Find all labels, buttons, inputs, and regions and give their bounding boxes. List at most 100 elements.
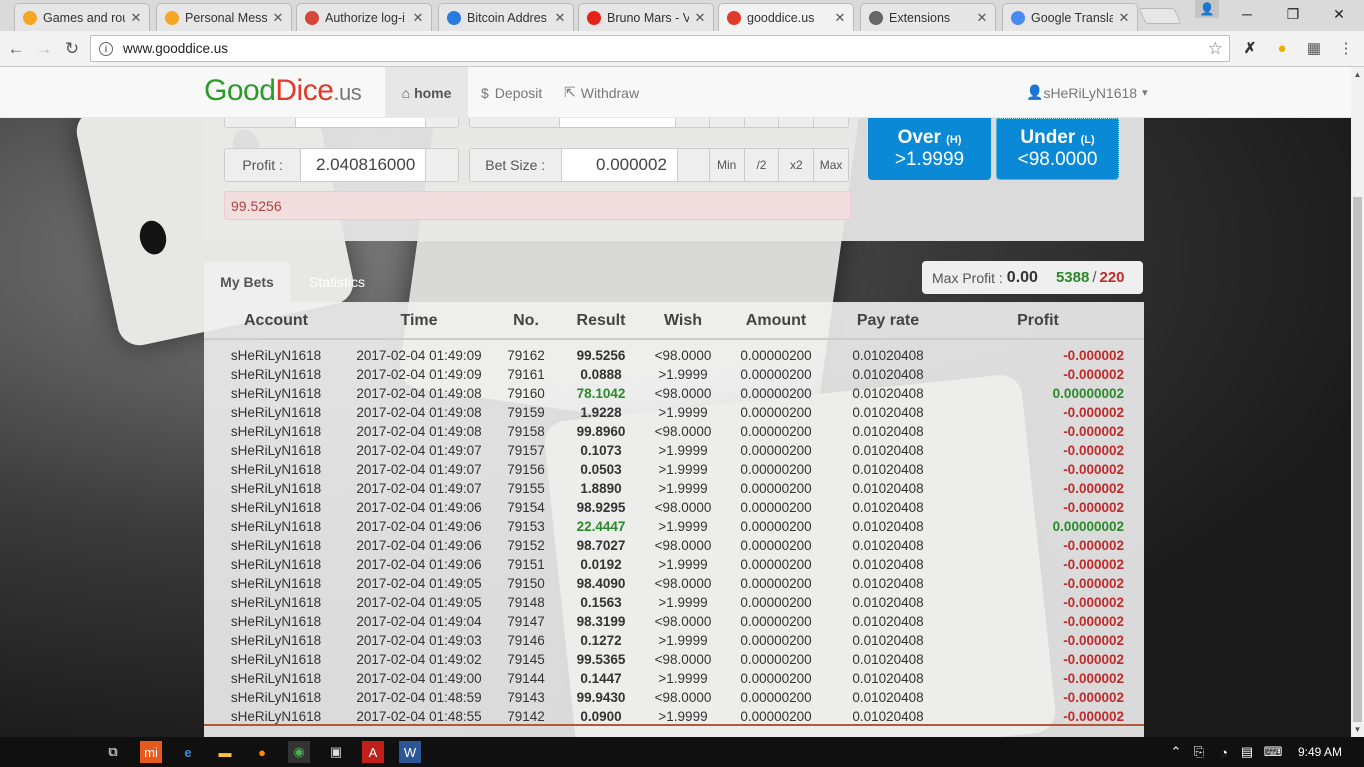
back-icon[interactable]: ← [4,37,28,61]
th-profit[interactable]: Profit [978,302,1098,340]
reload-icon[interactable]: ↻ [60,37,84,61]
table-row[interactable]: sHeRiLyN1618 2017-02-04 01:49:02 79145 99.5… [204,650,1144,669]
th-time[interactable]: Time [359,302,479,340]
table-row[interactable]: sHeRiLyN1618 2017-02-04 01:49:08 79159 1.92… [204,403,1144,422]
chrome-icon[interactable]: ◉ [288,741,310,763]
cell-time: 2017-02-04 01:48:59 [356,690,482,705]
bookmark-star-icon[interactable]: ☆ [1208,39,1223,59]
th-amount[interactable]: Amount [716,302,836,340]
tab-close-icon[interactable]: ✕ [975,10,989,26]
tab-close-icon[interactable]: ✕ [129,10,143,26]
half-button[interactable]: /2 [743,149,779,181]
cell-account: sHeRiLyN1618 [230,652,322,667]
bet-size-field[interactable]: 0.000002 [562,149,677,181]
browser-tab[interactable]: Authorize log-i ✕ [296,3,432,31]
table-row[interactable]: sHeRiLyN1618 2017-02-04 01:49:05 79150 98.4… [204,574,1144,593]
file-explorer-icon[interactable]: ▬ [214,741,236,763]
tab-close-icon[interactable]: ✕ [833,10,847,26]
address-bar[interactable]: i www.gooddice.us ☆ [90,35,1230,62]
table-row[interactable]: sHeRiLyN1618 2017-02-04 01:49:04 79147 98.3… [204,612,1144,631]
tab-close-icon[interactable]: ✕ [1117,10,1131,26]
table-row[interactable]: sHeRiLyN1618 2017-02-04 01:49:06 79154 98.9… [204,498,1144,517]
cell-result: 99.8960 [576,424,626,439]
word-icon[interactable]: W [399,741,421,763]
tab-close-icon[interactable]: ✕ [553,10,567,26]
table-row[interactable]: sHeRiLyN1618 2017-02-04 01:49:03 79146 0.12… [204,631,1144,650]
tray-keyboard-icon[interactable]: ⌨ [1262,741,1284,763]
acrobat-icon[interactable]: A [362,741,384,763]
tray-notification-icon[interactable]: ▤ [1236,741,1258,763]
nav-deposit[interactable]: $ Deposit [481,67,542,118]
browser-tab[interactable]: gooddice.us ✕ [718,3,854,31]
table-row[interactable]: sHeRiLyN1618 2017-02-04 01:49:05 79148 0.15… [204,593,1144,612]
extension-x-icon[interactable]: ✗ [1240,38,1260,58]
nav-home[interactable]: ⌂ home [385,67,468,118]
task-view-icon[interactable]: ⧉ [102,741,124,763]
th-account[interactable]: Account [216,302,336,340]
tray-network-icon[interactable]: ⎘ [1188,741,1210,763]
site-info-icon[interactable]: i [99,41,113,56]
cell-time: 2017-02-04 01:49:05 [356,595,482,610]
scroll-down-arrow-icon[interactable]: ▼ [1353,725,1362,734]
max-button[interactable]: Max [813,149,848,181]
browser-tab[interactable]: Personal Messa ✕ [156,3,292,31]
table-row[interactable]: sHeRiLyN1618 2017-02-04 01:49:00 79144 0.14… [204,669,1144,688]
table-row[interactable]: sHeRiLyN1618 2017-02-04 01:49:08 79160 78.1… [204,384,1144,403]
site-logo[interactable]: GoodDice.us [204,74,362,108]
table-row[interactable]: sHeRiLyN1618 2017-02-04 01:49:07 79156 0.05… [204,460,1144,479]
bet-over-button[interactable]: Over (H) >1.9999 [868,118,991,180]
table-row[interactable]: sHeRiLyN1618 2017-02-04 01:49:07 79157 0.10… [204,441,1144,460]
user-menu[interactable]: 👤 sHeRiLyN1618 ▾ [1026,67,1148,118]
browser-tab-title: Bruno Mars - V [607,10,689,25]
browser-tab[interactable]: Games and rou ✕ [14,3,150,31]
tab-my-bets[interactable]: My Bets [204,262,290,302]
extension-bell-icon[interactable]: ● [1272,38,1292,58]
taskbar-clock[interactable]: 9:49 AM [1298,737,1342,767]
browser-tab[interactable]: Bruno Mars - V ✕ [578,3,714,31]
edge-icon[interactable]: e [177,741,199,763]
scrollbar-thumb[interactable] [1353,197,1362,722]
th-pay-rate[interactable]: Pay rate [828,302,948,340]
table-row[interactable]: sHeRiLyN1618 2017-02-04 01:49:07 79155 1.88… [204,479,1144,498]
minimize-icon[interactable]: ─ [1224,0,1270,28]
browser-profile-icon[interactable]: 👤 [1195,0,1219,18]
cell-result: 22.4447 [576,519,626,534]
table-row[interactable]: sHeRiLyN1618 2017-02-04 01:48:59 79143 99.9… [204,688,1144,707]
forward-icon[interactable]: → [32,37,56,61]
restore-icon[interactable]: ❐ [1270,0,1316,28]
cell-time: 2017-02-04 01:49:08 [356,386,482,401]
cell-wish: >1.9999 [658,367,708,382]
tab-statistics[interactable]: Statistics [296,262,378,302]
double-button[interactable]: x2 [778,149,814,181]
browser-tab[interactable]: Google Transla ✕ [1002,3,1138,31]
window-app-icon[interactable]: ▣ [325,741,347,763]
cell-result: 0.1073 [580,443,622,458]
tab-close-icon[interactable]: ✕ [411,10,425,26]
tray-wifi-icon[interactable]: ◔ [1213,741,1235,763]
table-row[interactable]: sHeRiLyN1618 2017-02-04 01:49:06 79151 0.01… [204,555,1144,574]
cell-time: 2017-02-04 01:49:02 [356,652,482,667]
table-row[interactable]: sHeRiLyN1618 2017-02-04 01:49:08 79158 99.8… [204,422,1144,441]
min-button[interactable]: Min [708,149,744,181]
page-scrollbar[interactable]: ▲ ▼ [1351,67,1364,737]
browser-tab[interactable]: Extensions ✕ [860,3,996,31]
cell-wish: >1.9999 [658,595,708,610]
bet-under-button[interactable]: Under (L) <98.0000 [996,118,1119,180]
table-row[interactable]: sHeRiLyN1618 2017-02-04 01:49:09 79161 0.08… [204,365,1144,384]
close-window-icon[interactable]: ✕ [1316,0,1362,28]
mi-app-icon[interactable]: mi [140,741,162,763]
scroll-up-arrow-icon[interactable]: ▲ [1353,70,1362,79]
browser-tab[interactable]: Bitcoin Addres ✕ [438,3,574,31]
table-row[interactable]: sHeRiLyN1618 2017-02-04 01:49:09 79162 99.5… [204,346,1144,365]
tab-close-icon[interactable]: ✕ [693,10,707,26]
tray-chevron-icon[interactable]: ⌃ [1165,741,1187,763]
chrome-menu-icon[interactable]: ⋮ [1336,38,1356,58]
new-tab-button[interactable] [1138,8,1182,24]
profit-field[interactable]: 2.040816000 [301,149,425,181]
firefox-icon[interactable]: ● [251,741,273,763]
extension-qr-icon[interactable]: ▦ [1304,38,1324,58]
table-row[interactable]: sHeRiLyN1618 2017-02-04 01:49:06 79153 22.4… [204,517,1144,536]
tab-close-icon[interactable]: ✕ [271,10,285,26]
nav-withdraw[interactable]: ⇱ Withdraw [564,67,639,118]
table-row[interactable]: sHeRiLyN1618 2017-02-04 01:49:06 79152 98.7… [204,536,1144,555]
